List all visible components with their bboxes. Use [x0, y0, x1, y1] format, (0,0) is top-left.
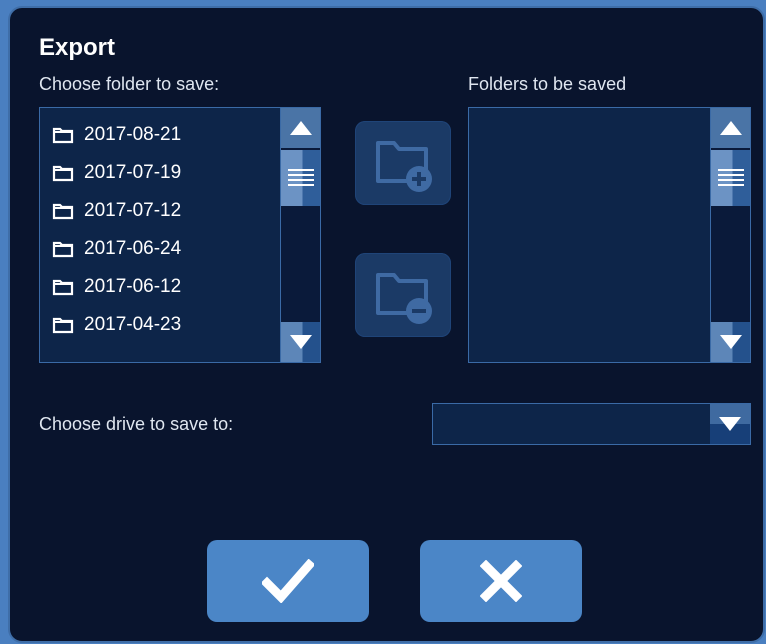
source-scroll-thumb[interactable]: [281, 150, 320, 206]
folder-icon: [52, 165, 74, 182]
target-folder-list[interactable]: [468, 107, 751, 363]
folder-icon: [52, 279, 74, 296]
remove-folder-button[interactable]: [355, 253, 451, 337]
drive-dropdown-button[interactable]: [710, 404, 750, 444]
source-scroll-down-button[interactable]: [281, 322, 320, 362]
triangle-down-icon: [719, 335, 742, 349]
list-item[interactable]: 2017-07-12: [40, 192, 278, 230]
folder-name: 2017-07-19: [84, 162, 182, 183]
triangle-up-icon: [289, 121, 312, 135]
folder-icon: [52, 203, 74, 220]
target-scroll-down-button[interactable]: [711, 322, 750, 362]
drive-label: Choose drive to save to:: [39, 414, 234, 434]
folder-name: 2017-08-21: [84, 124, 182, 145]
export-dialog: Export Choose folder to save: Folders to…: [8, 6, 765, 643]
target-scrollbar[interactable]: [710, 108, 750, 362]
folder-icon: [52, 317, 74, 334]
add-folder-button[interactable]: [355, 121, 451, 205]
grip-lines-icon: [287, 169, 314, 186]
folder-icon: [52, 241, 74, 258]
close-icon: [480, 560, 522, 602]
list-item[interactable]: 2017-06-24: [40, 230, 278, 268]
folder-name: 2017-04-23: [84, 314, 182, 335]
confirm-button[interactable]: [207, 540, 369, 622]
source-scroll-up-button[interactable]: [281, 108, 320, 148]
target-scroll-thumb[interactable]: [711, 150, 750, 206]
chevron-down-icon: [719, 417, 741, 431]
folder-add-icon: [376, 141, 432, 192]
cancel-button[interactable]: [420, 540, 582, 622]
source-scrollbar[interactable]: [280, 108, 320, 362]
target-scroll-up-button[interactable]: [711, 108, 750, 148]
dialog-title: Export: [39, 34, 116, 61]
folder-icon: [52, 127, 74, 144]
drive-select[interactable]: [432, 403, 751, 445]
list-item[interactable]: 2017-08-21: [40, 116, 278, 154]
folder-name: 2017-06-12: [84, 276, 182, 297]
source-folder-label: Choose folder to save:: [39, 74, 220, 94]
list-item[interactable]: 2017-07-19: [40, 154, 278, 192]
list-item[interactable]: 2017-04-23: [40, 306, 278, 344]
target-folder-label: Folders to be saved: [468, 74, 627, 94]
folder-name: 2017-06-24: [84, 238, 182, 259]
triangle-down-icon: [289, 335, 312, 349]
source-folder-items: 2017-08-21 2017-07-19 2017-07-12 2017-06…: [40, 116, 278, 344]
grip-lines-icon: [717, 169, 744, 186]
folder-name: 2017-07-12: [84, 200, 182, 221]
triangle-up-icon: [719, 121, 742, 135]
folder-remove-icon: [376, 273, 432, 324]
source-folder-list[interactable]: 2017-08-21 2017-07-19 2017-07-12 2017-06…: [39, 107, 321, 363]
list-item[interactable]: 2017-06-12: [40, 268, 278, 306]
checkmark-icon: [262, 559, 314, 603]
